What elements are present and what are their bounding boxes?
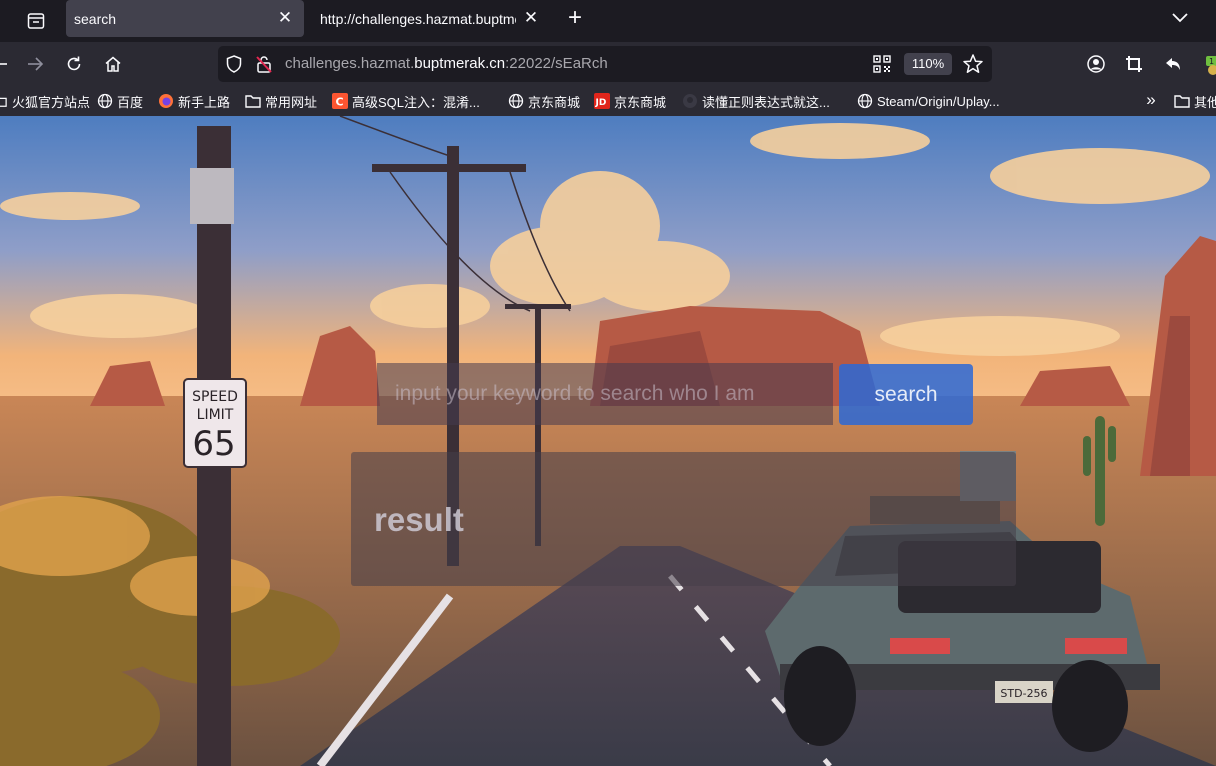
speed-sign-line1: SPEED — [192, 389, 238, 405]
crop-screenshot-icon[interactable] — [1120, 50, 1148, 78]
bookmark-item[interactable]: 常用网址 — [245, 92, 317, 110]
home-icon[interactable] — [99, 50, 127, 78]
speed-sign-value: 65 — [192, 424, 235, 464]
globe-icon — [508, 93, 524, 109]
bookmark-label: 其他 — [1194, 94, 1216, 110]
insecure-lock-icon[interactable] — [254, 54, 274, 74]
globe-icon — [857, 93, 873, 109]
svg-text:1: 1 — [1209, 57, 1214, 66]
bookmarks-toolbar: 火狐官方站点 百度 新手上路 常用网址 C 高级SQL注入：混淆... 京东商城… — [0, 86, 1216, 116]
bookmark-star-icon[interactable] — [962, 53, 984, 75]
url-host: buptmerak.cn — [414, 55, 506, 72]
url-prefix: challenges.hazmat. — [285, 55, 415, 72]
close-icon[interactable]: ✕ — [522, 9, 540, 27]
bookmark-label: Steam/Origin/Uplay... — [877, 93, 1000, 109]
bookmark-label: 京东商城 — [528, 94, 581, 110]
reload-icon[interactable] — [60, 50, 88, 78]
firefox-icon — [158, 93, 174, 109]
search-button[interactable]: search — [839, 364, 973, 425]
bookmark-item[interactable]: 新手上路 — [158, 92, 230, 110]
jd-icon: JD — [594, 93, 610, 109]
chevron-double-right-icon[interactable]: » — [1141, 91, 1161, 110]
shield-icon[interactable] — [224, 54, 244, 74]
bookmark-label: 常用网址 — [265, 94, 318, 110]
page-viewport: SPEED LIMIT 65 STD-256 search result — [0, 116, 1216, 766]
url-text[interactable]: challenges.hazmat.buptmerak.cn:22022/sEa… — [285, 55, 608, 72]
url-suffix: :22022/sEaRch — [505, 55, 608, 72]
bookmark-label: 京东商城 — [614, 94, 667, 110]
back-arrow-icon[interactable] — [0, 50, 14, 78]
bookmark-item[interactable]: 其他 — [1174, 92, 1216, 110]
tab-title: http://challenges.hazmat.buptme — [320, 11, 516, 27]
svg-text:C: C — [336, 96, 344, 109]
bookmark-label: 高级SQL注入：混淆... — [352, 94, 480, 110]
folder-icon — [0, 93, 8, 109]
close-icon[interactable]: ✕ — [276, 9, 294, 27]
bookmark-item[interactable]: 京东商城 — [508, 92, 580, 110]
speed-sign-line2: LIMIT — [197, 407, 234, 423]
url-bar[interactable]: challenges.hazmat.buptmerak.cn:22022/sEa… — [218, 46, 992, 82]
qr-code-icon[interactable] — [873, 55, 891, 73]
undo-arrow-icon[interactable] — [1159, 50, 1187, 78]
forward-arrow-icon[interactable] — [21, 50, 49, 78]
list-all-tabs-icon[interactable] — [22, 7, 50, 35]
bookmark-item[interactable]: Steam/Origin/Uplay... — [857, 92, 1000, 110]
folder-icon — [1174, 93, 1190, 109]
bookmark-label: 百度 — [117, 94, 144, 110]
license-plate: STD-256 — [1000, 687, 1047, 700]
bookmark-label: 新手上路 — [178, 94, 231, 110]
bookmark-item[interactable]: JD 京东商城 — [594, 92, 666, 110]
bookmark-label: 火狐官方站点 — [12, 94, 91, 110]
tab-title: search — [74, 10, 117, 27]
bookmark-item[interactable]: 火狐官方站点 — [0, 92, 90, 110]
bookmark-item[interactable]: 读懂正则表达式就这... — [682, 92, 830, 110]
tab-search[interactable]: search ✕ — [66, 0, 304, 37]
folder-icon — [245, 93, 261, 109]
csdn-icon: C — [332, 93, 348, 109]
github-icon — [682, 93, 698, 109]
tab-strip: search ✕ http://challenges.hazmat.buptme… — [0, 0, 1216, 42]
bookmark-item[interactable]: 百度 — [97, 92, 143, 110]
chevron-down-icon[interactable] — [1168, 6, 1192, 30]
zoom-level-badge[interactable]: 110% — [904, 53, 952, 75]
bookmark-item[interactable]: C 高级SQL注入：混淆... — [332, 92, 480, 110]
result-heading: result — [374, 501, 464, 538]
new-tab-plus-icon[interactable]: + — [562, 6, 588, 32]
navigation-toolbar: challenges.hazmat.buptmerak.cn:22022/sEa… — [0, 42, 1216, 86]
extension-icon[interactable]: 1 — [1198, 50, 1216, 78]
tab-challenges[interactable]: http://challenges.hazmat.buptme ✕ — [306, 0, 546, 38]
account-icon[interactable] — [1082, 50, 1110, 78]
globe-icon — [97, 93, 113, 109]
result-panel: result — [351, 452, 1016, 586]
svg-text:JD: JD — [595, 98, 607, 108]
desert-road-background: SPEED LIMIT 65 STD-256 — [0, 116, 1216, 766]
bookmark-label: 读懂正则表达式就这... — [702, 94, 830, 110]
search-input[interactable] — [377, 363, 833, 425]
